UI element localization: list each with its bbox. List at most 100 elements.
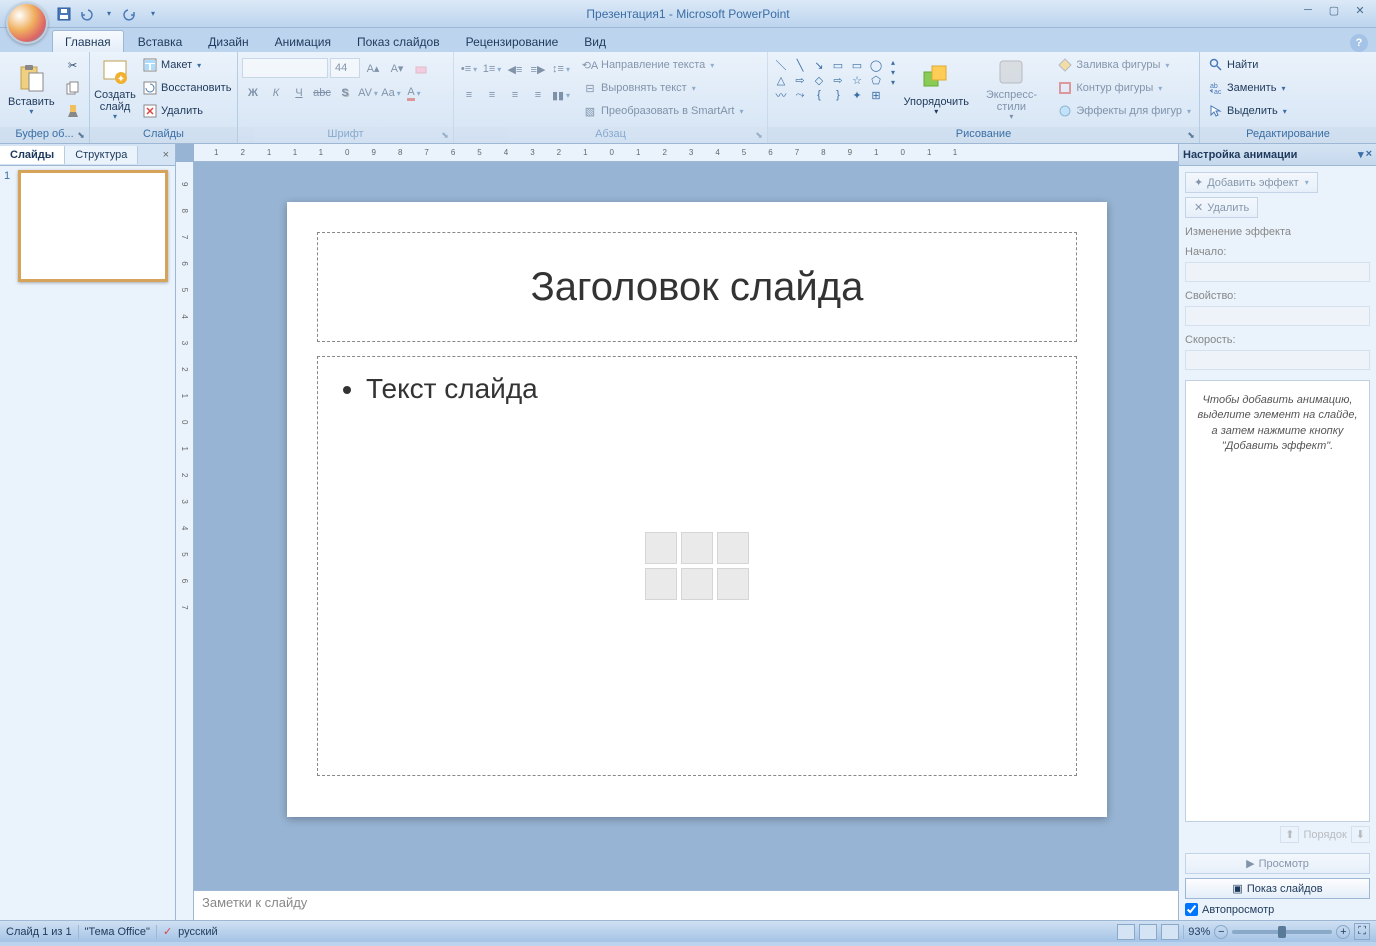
shape-conn-icon[interactable]: ⤳ <box>791 88 809 102</box>
zoom-out-button[interactable]: − <box>1214 925 1228 939</box>
zoom-slider[interactable] <box>1232 930 1332 934</box>
normal-view-button[interactable] <box>1117 924 1135 940</box>
font-color-button[interactable]: A <box>403 82 425 104</box>
tab-animation[interactable]: Анимация <box>263 31 343 52</box>
shape-line2-icon[interactable]: ╲ <box>791 58 809 72</box>
shape-oval-icon[interactable]: ◯ <box>867 58 885 72</box>
shapes-gallery[interactable]: ＼╲↘▭▭◯ △⇨◇⇨☆⬠ 〰⤳{}✦⊞ <box>772 58 885 102</box>
zoom-slider-thumb[interactable] <box>1278 926 1286 938</box>
quick-styles-button[interactable]: Экспресс-стили▾ <box>971 54 1051 124</box>
status-slide[interactable]: Слайд 1 из 1 <box>6 926 72 938</box>
font-launcher[interactable]: ⬊ <box>439 129 451 141</box>
add-effect-button[interactable]: ✦Добавить эффект <box>1185 172 1318 193</box>
align-left-button[interactable]: ≡ <box>458 84 480 106</box>
text-direction-button[interactable]: ⟲AНаправление текста <box>578 54 747 76</box>
content-placeholder[interactable]: Текст слайда <box>317 356 1077 776</box>
tab-view[interactable]: Вид <box>572 31 618 52</box>
paragraph-launcher[interactable]: ⬊ <box>753 129 765 141</box>
bullets-button[interactable]: •≡ <box>458 58 480 80</box>
slideshow-view-button[interactable] <box>1161 924 1179 940</box>
paste-button[interactable]: Вставить ▾ <box>4 54 59 124</box>
fit-window-button[interactable]: ⛶ <box>1354 923 1370 940</box>
shape-callout-icon[interactable]: ⬠ <box>867 73 885 87</box>
undo-icon[interactable] <box>76 4 96 24</box>
help-button[interactable]: ? <box>1350 34 1368 52</box>
shape-brace-icon[interactable]: { <box>810 88 828 102</box>
shape-rect-icon[interactable]: ▭ <box>829 58 847 72</box>
shrink-font-button[interactable]: A▾ <box>386 58 408 78</box>
shape-outline-button[interactable]: Контур фигуры <box>1053 77 1195 99</box>
increase-indent-button[interactable]: ≡▶ <box>527 58 549 80</box>
panel-close-button[interactable]: × <box>157 149 175 161</box>
numbering-button[interactable]: 1≡ <box>481 58 503 80</box>
status-language[interactable]: русский <box>178 926 217 938</box>
spell-check-icon[interactable]: ✓ <box>163 925 172 938</box>
gallery-up-button[interactable]: ▴ <box>891 58 901 67</box>
tab-outline[interactable]: Структура <box>65 146 138 164</box>
pane-close-button[interactable]: × <box>1366 148 1372 161</box>
shape-tri-icon[interactable]: △ <box>772 73 790 87</box>
gallery-down-button[interactable]: ▾ <box>891 68 901 77</box>
align-right-button[interactable]: ≡ <box>504 84 526 106</box>
shape-curve-icon[interactable]: 〰 <box>772 88 790 102</box>
smartart-button[interactable]: ▧Преобразовать в SmartArt <box>578 100 747 122</box>
insert-chart-icon[interactable] <box>681 532 713 564</box>
shape-fill-button[interactable]: Заливка фигуры <box>1053 54 1195 76</box>
font-family-combo[interactable] <box>242 58 328 78</box>
line-spacing-button[interactable]: ↕≡ <box>550 58 572 80</box>
canvas-area[interactable]: Заголовок слайда Текст слайда <box>176 162 1178 890</box>
insert-table-icon[interactable] <box>645 532 677 564</box>
zoom-in-button[interactable]: + <box>1336 925 1350 939</box>
tab-slideshow[interactable]: Показ слайдов <box>345 31 452 52</box>
order-up-button[interactable]: ⬆ <box>1280 826 1299 843</box>
font-size-combo[interactable]: 44 <box>330 58 360 78</box>
autoplay-checkbox[interactable]: Автопросмотр <box>1185 903 1370 916</box>
shape-arrow3-icon[interactable]: ⇨ <box>829 73 847 87</box>
insert-clipart-icon[interactable] <box>681 568 713 600</box>
shape-rect2-icon[interactable]: ▭ <box>848 58 866 72</box>
pane-menu-button[interactable]: ▾ <box>1358 148 1364 161</box>
justify-button[interactable]: ≡ <box>527 84 549 106</box>
format-painter-button[interactable] <box>61 100 85 122</box>
shape-arrow-icon[interactable]: ↘ <box>810 58 828 72</box>
clear-format-button[interactable] <box>410 58 432 78</box>
find-button[interactable]: Найти <box>1204 54 1291 76</box>
shape-arrow2-icon[interactable]: ⇨ <box>791 73 809 87</box>
status-theme[interactable]: "Тема Office" <box>85 926 150 938</box>
undo-dropdown[interactable] <box>98 4 118 24</box>
office-button[interactable] <box>6 2 48 44</box>
zoom-value[interactable]: 93% <box>1188 926 1210 938</box>
cut-button[interactable]: ✂ <box>61 54 85 76</box>
insert-media-icon[interactable] <box>717 568 749 600</box>
shape-star2-icon[interactable]: ✦ <box>848 88 866 102</box>
change-case-button[interactable]: Aa <box>380 82 402 104</box>
slide-thumbnail[interactable]: 1 <box>4 170 171 282</box>
select-button[interactable]: Выделить <box>1204 100 1291 122</box>
title-placeholder[interactable]: Заголовок слайда <box>317 232 1077 342</box>
tab-insert[interactable]: Вставка <box>126 31 195 52</box>
layout-button[interactable]: Макет <box>138 54 235 76</box>
tab-review[interactable]: Рецензирование <box>454 31 571 52</box>
gallery-more-button[interactable]: ▾ <box>891 78 901 87</box>
insert-smartart-icon[interactable] <box>717 532 749 564</box>
shadow-button[interactable]: S <box>334 82 356 104</box>
slide-canvas[interactable]: Заголовок слайда Текст слайда <box>287 202 1107 817</box>
shape-star-icon[interactable]: ☆ <box>848 73 866 87</box>
copy-button[interactable] <box>61 77 85 99</box>
drawing-launcher[interactable]: ⬊ <box>1185 129 1197 141</box>
property-combo[interactable] <box>1185 306 1370 326</box>
strike-button[interactable]: abc <box>311 82 333 104</box>
shape-more-icon[interactable]: ⊞ <box>867 88 885 102</box>
close-button[interactable]: ✕ <box>1348 2 1372 18</box>
italic-button[interactable]: К <box>265 82 287 104</box>
shape-diamond-icon[interactable]: ◇ <box>810 73 828 87</box>
qat-customize[interactable] <box>142 4 162 24</box>
char-spacing-button[interactable]: AV <box>357 82 379 104</box>
redo-icon[interactable] <box>120 4 140 24</box>
align-text-button[interactable]: ⊟Выровнять текст <box>578 77 747 99</box>
remove-effect-button[interactable]: ✕Удалить <box>1185 197 1258 218</box>
shape-brace2-icon[interactable]: } <box>829 88 847 102</box>
slideshow-button[interactable]: ▣Показ слайдов <box>1185 878 1370 899</box>
insert-picture-icon[interactable] <box>645 568 677 600</box>
arrange-button[interactable]: Упорядочить▾ <box>903 54 969 124</box>
